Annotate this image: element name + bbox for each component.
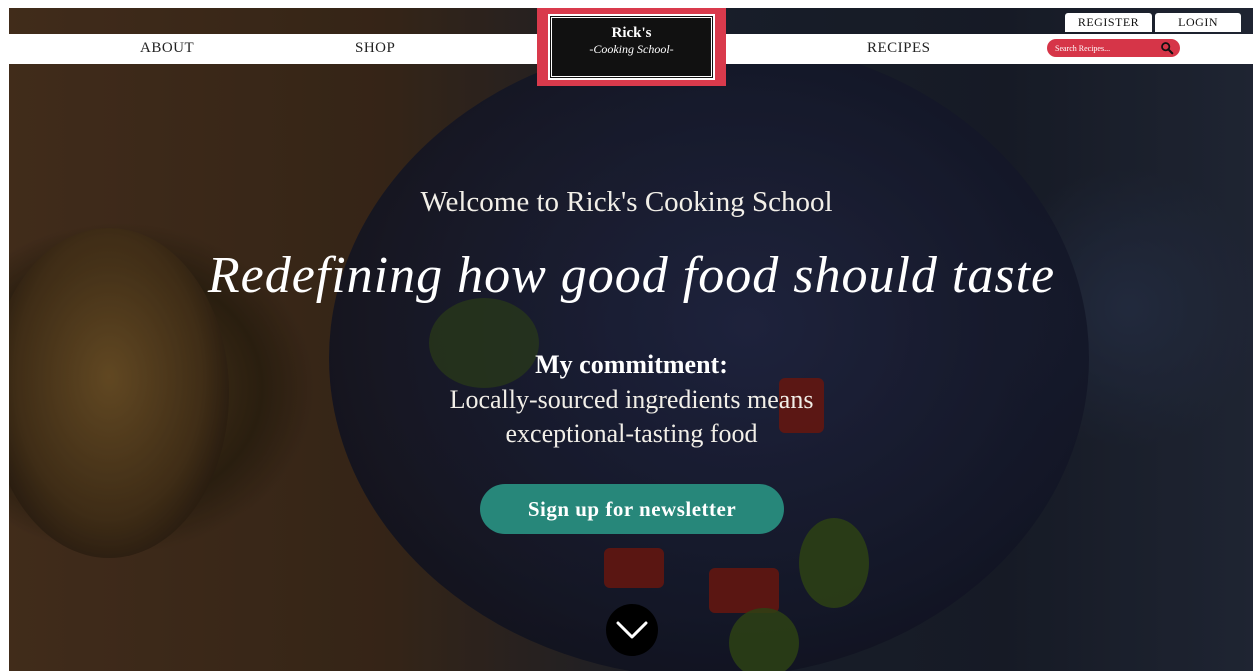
commitment-line-2: exceptional-tasting food [505, 419, 758, 448]
commitment-title: My commitment: [535, 350, 728, 379]
welcome-heading: Welcome to Rick's Cooking School [420, 186, 833, 218]
chevron-down-icon [616, 621, 648, 639]
nav-about[interactable]: ABOUT [140, 40, 194, 57]
search-bar [1047, 39, 1180, 57]
login-button[interactable]: LOGIN [1155, 13, 1241, 32]
nav-shop[interactable]: SHOP [355, 40, 395, 57]
logo-subtitle: -Cooking School- [589, 42, 674, 56]
nav-recipes[interactable]: RECIPES [867, 40, 931, 57]
hero-background-image [9, 8, 1253, 671]
account-links: REGISTER LOGIN [1064, 13, 1241, 32]
commitment-text: Locally-sourced ingredients means except… [0, 383, 1253, 451]
logo-title: Rick's [611, 25, 652, 41]
scroll-down-button[interactable] [606, 604, 658, 656]
register-button[interactable]: REGISTER [1064, 13, 1153, 32]
search-icon[interactable] [1160, 41, 1174, 55]
hero-dark-overlay [9, 8, 1253, 671]
commitment-line-1: Locally-sourced ingredients means [449, 385, 814, 414]
search-input[interactable] [1053, 42, 1157, 54]
hero-tagline: Redefining how good food should taste [207, 247, 1056, 304]
site-logo[interactable]: Rick's -Cooking School- [537, 8, 726, 86]
logo-frame: Rick's -Cooking School- [548, 14, 715, 80]
newsletter-signup-button[interactable]: Sign up for newsletter [480, 484, 784, 534]
logo-badge: Rick's -Cooking School- [550, 16, 713, 78]
